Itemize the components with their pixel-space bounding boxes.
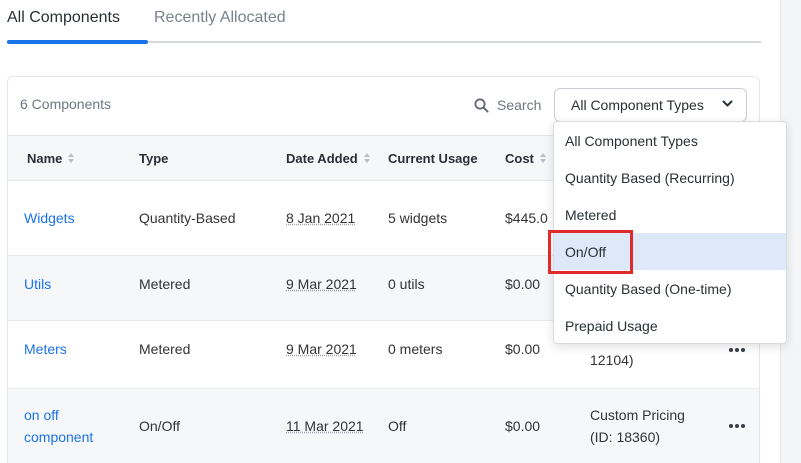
component-name-line: component [24,429,94,445]
date-added: 9 Mar 2021 [286,276,357,292]
table-row: on off component On/Off 11 Mar 2021 Off … [8,389,759,463]
current-usage: 5 widgets [388,210,448,226]
cost: $0.00 [505,341,541,357]
tab-all-components[interactable]: All Components [7,8,120,28]
row-actions-icon[interactable] [729,424,745,428]
pricing-info: 12104) [590,352,634,368]
column-usage-label: Current Usage [388,151,478,166]
chevron-down-icon [722,100,733,107]
column-header-name[interactable]: Name [27,151,75,166]
pricing-info: Custom Pricing (ID: 18360) [590,404,685,448]
cost: $0.00 [505,418,541,434]
dropdown-option-quantity-recurring[interactable]: Quantity Based (Recurring) [554,159,786,196]
component-name-link[interactable]: Utils [24,273,51,295]
column-header-cost[interactable]: Cost [505,151,547,166]
dropdown-option-quantity-one-time[interactable]: Quantity Based (One-time) [554,270,786,307]
date-added: 11 Mar 2021 [286,418,364,434]
column-header-current-usage: Current Usage [388,151,478,166]
row-actions-icon[interactable] [729,348,745,352]
cost: $445.0 [505,210,548,226]
search-icon [474,98,489,113]
component-name-link[interactable]: on off component [24,404,93,448]
current-usage: Off [388,418,407,434]
highlight-box [548,230,633,274]
search-button[interactable]: Search [474,95,541,115]
sort-icon [363,153,371,164]
column-type-label: Type [139,151,169,166]
search-label: Search [497,97,542,113]
component-name-line: on off [24,407,59,423]
date-added: 9 Mar 2021 [286,341,357,357]
dropdown-option-prepaid[interactable]: Prepaid Usage [554,307,786,344]
column-header-type: Type [139,151,168,166]
component-type: On/Off [139,418,180,434]
column-date-label: Date Added [286,151,358,166]
column-header-date-added[interactable]: Date Added [286,151,371,166]
pricing-line: Custom Pricing [590,407,685,423]
cost: $0.00 [505,276,541,292]
component-name-link[interactable]: Meters [24,338,67,360]
sort-icon [68,153,75,164]
tab-recently-allocated[interactable]: Recently Allocated [154,8,286,28]
pricing-id: (ID: 18360) [590,429,661,445]
dropdown-option-metered[interactable]: Metered [554,196,786,233]
component-tabs: All Components Recently Allocated [0,0,761,46]
component-type: Quantity-Based [139,210,236,226]
column-cost-label: Cost [505,151,534,166]
current-usage: 0 utils [388,276,425,292]
component-type: Metered [139,341,191,357]
column-name-label: Name [27,151,63,166]
component-name-link[interactable]: Widgets [24,207,75,229]
sort-icon [539,153,547,164]
active-tab-indicator [7,40,148,44]
current-usage: 0 meters [388,341,443,357]
component-type: Metered [139,276,191,292]
dropdown-option-all[interactable]: All Component Types [554,122,786,159]
component-type-select[interactable]: All Component Types [554,88,747,122]
component-type-select-value: All Component Types [571,97,704,113]
component-count: 6 Components [20,96,112,112]
date-added: 8 Jan 2021 [286,210,356,226]
